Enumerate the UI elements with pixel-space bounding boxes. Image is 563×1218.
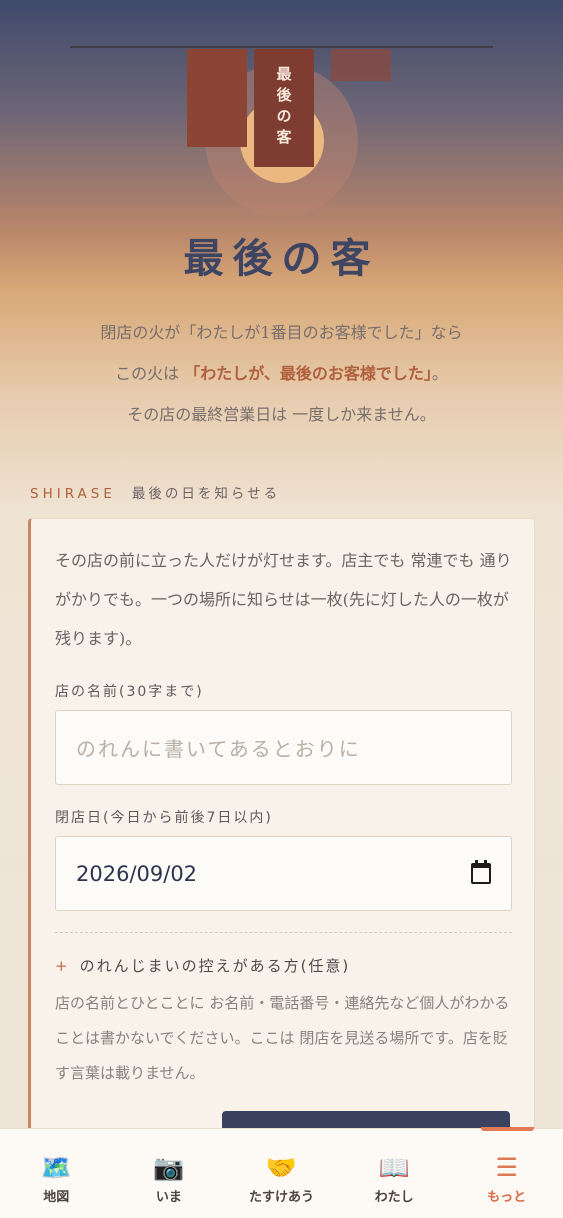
tab-help-label: たすけあう: [248, 1190, 314, 1205]
plus-icon: +: [55, 957, 70, 975]
noren-cloth-right: [331, 49, 391, 81]
privacy-note: 店の名前とひとことに お名前・電話番号・連絡先など個人がわかることは書かないでく…: [55, 994, 510, 1082]
section-heading: SHIRASE 最後の日を知らせる: [30, 482, 280, 502]
tab-map-label: 地図: [43, 1190, 70, 1205]
shop-name-placeholder: のれんに書いてあるとおりに: [76, 737, 361, 761]
section-label-jp: 最後の日を知らせる: [131, 486, 281, 502]
closing-date-label: 閉店日(今日から前後7日以内): [55, 810, 273, 826]
tab-more[interactable]: ☰ もっと: [450, 1129, 563, 1218]
section-label-en: SHIRASE: [30, 486, 116, 502]
bottom-tab-bar: 🗺️ 地図 📷 いま 🤝 たすけあう 📖 わたし ☰ もっと: [0, 1128, 563, 1218]
hero: 最後の客 最後の客 閉店の火が「わたしが1番目のお客様でした」なら この火は 「…: [0, 0, 563, 460]
intro-line-2: この火は 「わたしが、最後のお客様でした」。: [0, 353, 563, 394]
closing-date-input[interactable]: 2026/09/02: [55, 836, 512, 911]
tab-me-label: わたし: [374, 1190, 414, 1205]
closing-notice-form: その店の前に立った人だけが灯せます。店主でも 常連でも 通りがかりでも。一つの場…: [28, 518, 535, 1178]
intro-line-2-post: 。: [431, 364, 448, 383]
intro-line-3: その店の最終営業日は 一度しか来ません。: [127, 405, 436, 424]
optional-section-label: のれんじまいの控えがある方(任意): [79, 957, 351, 975]
tab-more-label: もっと: [487, 1190, 527, 1205]
intro-text: 閉店の火が「わたしが1番目のお客様でした」なら この火は 「わたしが、最後のお客…: [0, 312, 563, 435]
divider: [55, 932, 512, 933]
tab-me[interactable]: 📖 わたし: [338, 1129, 451, 1218]
intro-line-2-emphasis: 「わたしが、最後のお客様でした」: [184, 364, 432, 383]
noren-cloth-center: 最後の客: [254, 49, 314, 167]
noren-cloth-left: [187, 49, 247, 147]
noren-rod: [70, 46, 493, 48]
intro-line-2-pre: この火は: [115, 364, 180, 383]
shop-name-input[interactable]: のれんに書いてあるとおりに: [55, 710, 512, 785]
handshake-icon: 🤝: [265, 1153, 298, 1182]
book-icon: 📖: [378, 1153, 410, 1182]
noren-text: 最後の客: [274, 66, 293, 150]
form-description: その店の前に立った人だけが灯せます。店主でも 常連でも 通りがかりでも。一つの場…: [55, 551, 512, 648]
menu-icon: ☰: [495, 1153, 518, 1182]
page-title: 最後の客: [183, 235, 380, 282]
camera-icon: 📷: [153, 1153, 185, 1182]
tab-help[interactable]: 🤝 たすけあう: [225, 1129, 338, 1218]
tab-map[interactable]: 🗺️ 地図: [0, 1129, 113, 1218]
tab-now[interactable]: 📷 いま: [113, 1129, 226, 1218]
tab-now-label: いま: [155, 1190, 182, 1205]
optional-section-toggle[interactable]: + のれんじまいの控えがある方(任意): [55, 955, 350, 976]
world-map-icon: 🗺️: [40, 1153, 72, 1182]
shop-name-label: 店の名前(30字まで): [55, 684, 204, 700]
closing-date-value: 2026/09/02: [76, 861, 198, 886]
intro-line-1: 閉店の火が「わたしが1番目のお客様でした」なら: [100, 323, 463, 342]
active-tab-indicator: [481, 1127, 534, 1131]
calendar-icon[interactable]: [471, 860, 491, 884]
